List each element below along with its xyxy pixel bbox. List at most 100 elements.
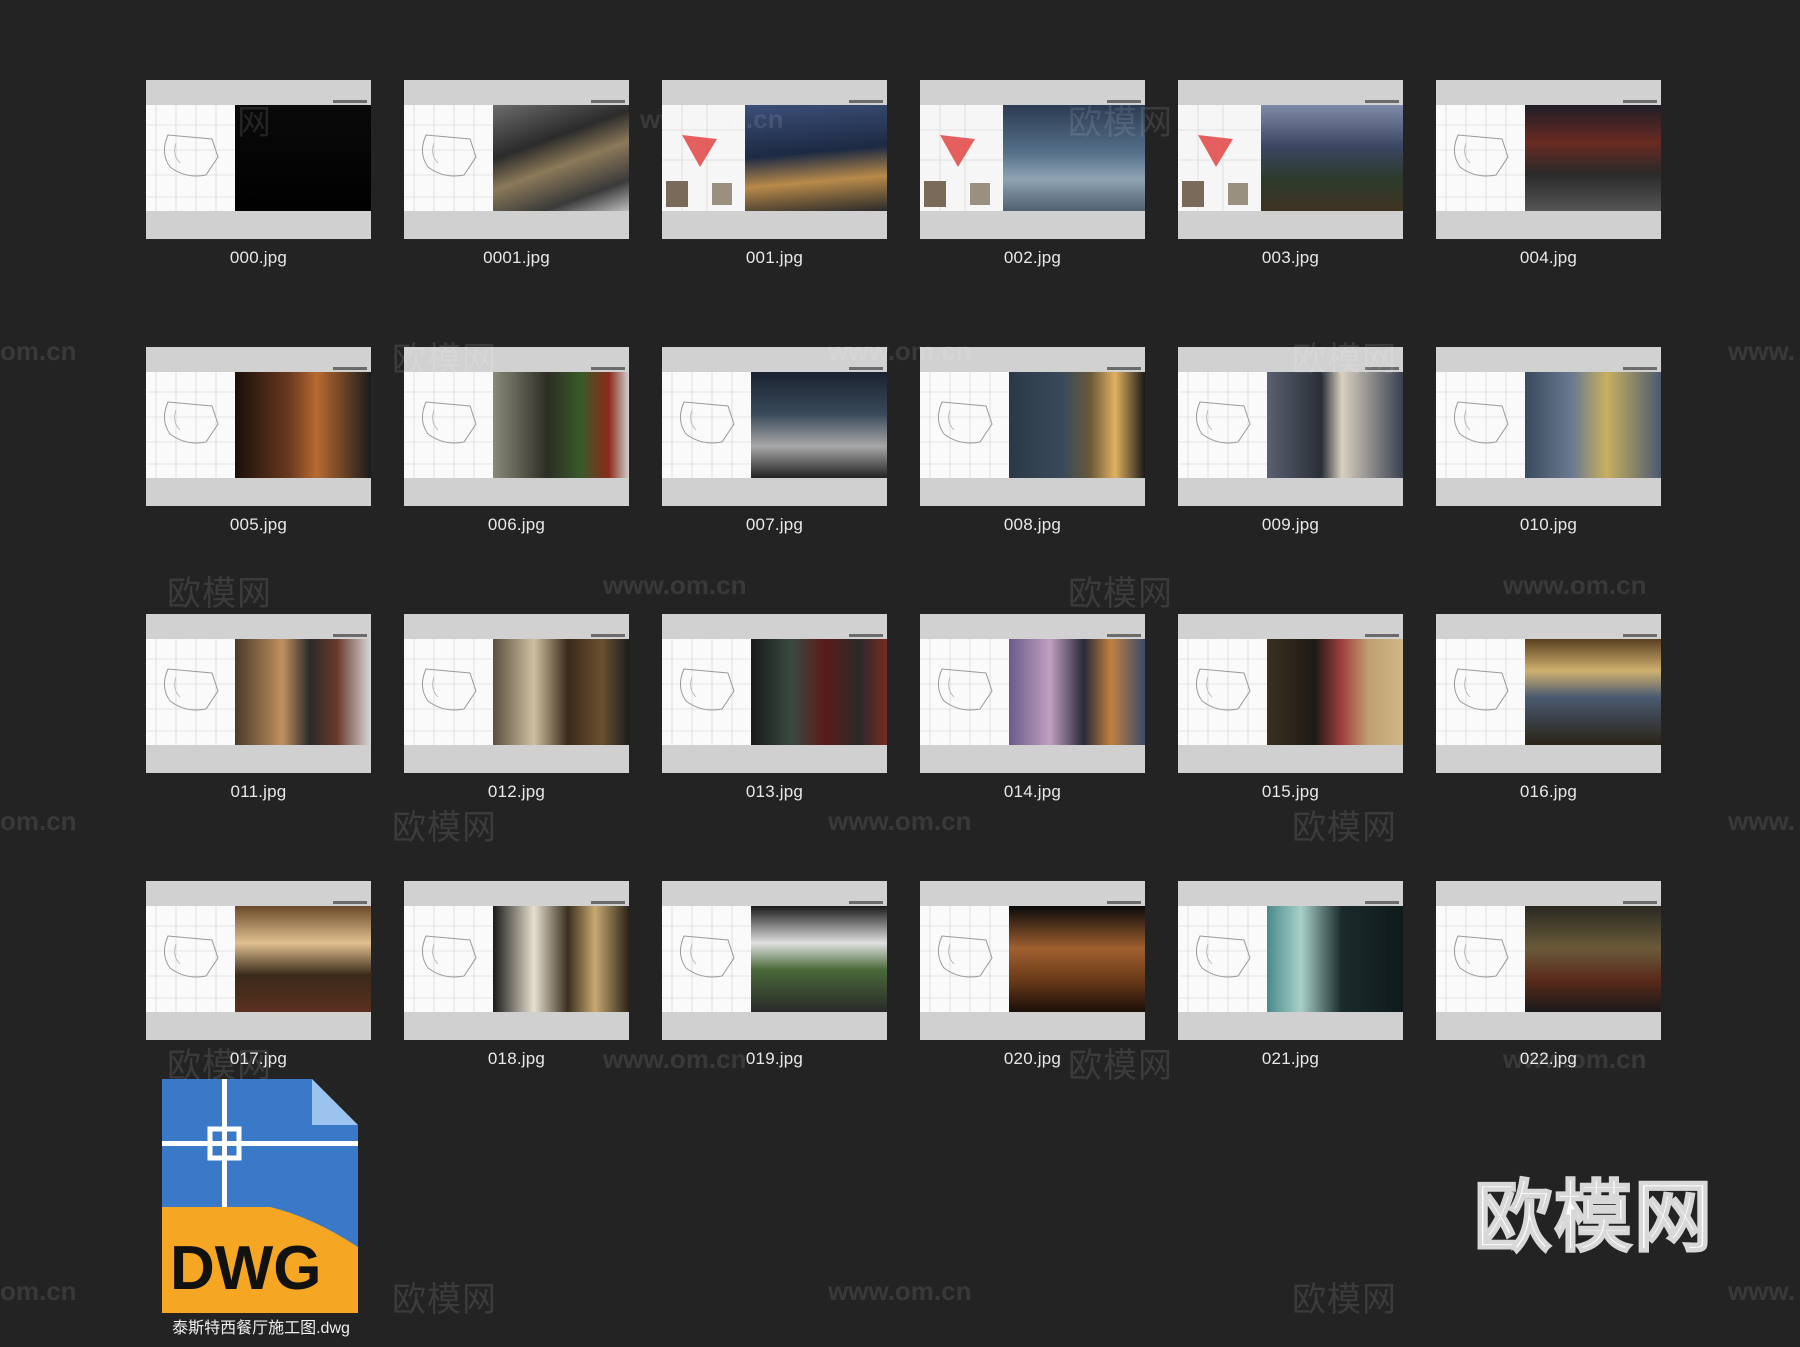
file-name[interactable]: 015.jpg — [1262, 782, 1319, 802]
thumbnail-footer-band — [1436, 1012, 1661, 1040]
floor-plan-drawing — [146, 372, 235, 478]
file-thumbnail[interactable] — [404, 614, 629, 773]
thumbnail-plan-panel — [662, 639, 751, 745]
watermark-url: www. — [1728, 1276, 1795, 1306]
file-name[interactable]: 008.jpg — [1004, 515, 1061, 535]
file-name[interactable]: 004.jpg — [1520, 248, 1577, 268]
dwg-badge-text: DWG — [170, 1234, 322, 1303]
file-item[interactable]: 021.jpg — [1178, 881, 1403, 1148]
file-thumbnail[interactable] — [146, 347, 371, 506]
file-name[interactable]: 006.jpg — [488, 515, 545, 535]
file-name[interactable]: 016.jpg — [1520, 782, 1577, 802]
watermark-url: om.cn — [0, 1276, 77, 1306]
file-browser-view: 000.jpg 0001.jpg 001.jpg 002.jpg 003.jpg 004.… — [0, 0, 1800, 1347]
thumbnail-caption-mark — [849, 367, 883, 370]
file-item[interactable]: 0001.jpg — [404, 80, 629, 347]
thumbnail-footer-band — [662, 1012, 887, 1040]
thumbnail-plan-panel — [1436, 372, 1525, 478]
file-item[interactable]: 003.jpg — [1178, 80, 1403, 347]
thumbnail-photo — [1267, 639, 1403, 745]
thumbnail-plan-panel — [404, 906, 493, 1012]
file-name[interactable]: 002.jpg — [1004, 248, 1061, 268]
file-name[interactable]: 003.jpg — [1262, 248, 1319, 268]
file-name[interactable]: 018.jpg — [488, 1049, 545, 1069]
file-item[interactable]: 001.jpg — [662, 80, 887, 347]
file-name[interactable]: 011.jpg — [231, 782, 287, 802]
file-thumbnail[interactable] — [404, 80, 629, 239]
file-name[interactable]: 021.jpg — [1262, 1049, 1319, 1069]
file-item[interactable]: 015.jpg — [1178, 614, 1403, 881]
thumbnail-photo — [493, 372, 629, 478]
file-item[interactable]: 018.jpg — [404, 881, 629, 1148]
file-thumbnail[interactable] — [404, 347, 629, 506]
file-item[interactable]: 013.jpg — [662, 614, 887, 881]
watermark-cn: 欧模网 — [392, 1281, 497, 1319]
thumbnail-plan-panel — [920, 639, 1009, 745]
file-item[interactable]: 009.jpg — [1178, 347, 1403, 614]
thumbnail-photo — [745, 105, 887, 211]
file-name[interactable]: 009.jpg — [1262, 515, 1319, 535]
thumbnail-photo — [1009, 372, 1145, 478]
file-name[interactable]: 010.jpg — [1520, 515, 1577, 535]
file-item[interactable]: 004.jpg — [1436, 80, 1661, 347]
file-name[interactable]: 001.jpg — [746, 248, 803, 268]
thumbnail-photo — [751, 639, 887, 745]
file-thumbnail[interactable] — [1436, 80, 1661, 239]
file-name[interactable]: 014.jpg — [1004, 782, 1061, 802]
file-item[interactable]: 006.jpg — [404, 347, 629, 614]
file-thumbnail[interactable] — [662, 80, 887, 239]
file-item[interactable]: 014.jpg — [920, 614, 1145, 881]
floor-plan-drawing — [920, 639, 1009, 745]
file-name[interactable]: 017.jpg — [230, 1049, 287, 1069]
file-thumbnail[interactable] — [146, 80, 371, 239]
file-name[interactable]: 020.jpg — [1004, 1049, 1061, 1069]
file-name[interactable]: 012.jpg — [488, 782, 545, 802]
file-item[interactable]: 012.jpg — [404, 614, 629, 881]
file-thumbnail[interactable] — [146, 881, 371, 1040]
file-thumbnail[interactable] — [404, 881, 629, 1040]
thumbnail-grid: 000.jpg 0001.jpg 001.jpg 002.jpg 003.jpg 004.… — [146, 80, 1661, 1148]
file-name[interactable]: 000.jpg — [230, 248, 287, 268]
thumbnail-photo — [493, 906, 629, 1012]
file-name[interactable]: 022.jpg — [1520, 1049, 1577, 1069]
file-thumbnail[interactable] — [146, 614, 371, 773]
file-name[interactable]: 019.jpg — [746, 1049, 803, 1069]
file-name[interactable]: 013.jpg — [746, 782, 803, 802]
file-thumbnail[interactable] — [920, 881, 1145, 1040]
file-thumbnail[interactable] — [1178, 80, 1403, 239]
file-item[interactable]: 020.jpg — [920, 881, 1145, 1148]
floor-plan-drawing — [1178, 906, 1267, 1012]
file-thumbnail[interactable] — [1436, 347, 1661, 506]
file-item[interactable]: 010.jpg — [1436, 347, 1661, 614]
file-item[interactable]: 011.jpg — [146, 614, 371, 881]
file-thumbnail[interactable] — [1178, 881, 1403, 1040]
file-thumbnail[interactable] — [920, 347, 1145, 506]
file-name[interactable]: 0001.jpg — [483, 248, 550, 268]
file-item[interactable]: 002.jpg — [920, 80, 1145, 347]
thumbnail-plan-panel — [920, 906, 1009, 1012]
file-thumbnail[interactable] — [662, 347, 887, 506]
file-thumbnail[interactable] — [1178, 347, 1403, 506]
file-thumbnail[interactable] — [662, 881, 887, 1040]
dwg-file-name[interactable]: 泰斯特西餐厅施工图.dwg — [146, 1314, 376, 1338]
file-name[interactable]: 007.jpg — [746, 515, 803, 535]
file-item[interactable]: 008.jpg — [920, 347, 1145, 614]
dwg-file-icon[interactable]: DWG — [162, 1079, 358, 1313]
file-thumbnail[interactable] — [920, 614, 1145, 773]
file-item[interactable]: 000.jpg — [146, 80, 371, 347]
file-item[interactable]: 007.jpg — [662, 347, 887, 614]
file-thumbnail[interactable] — [1178, 614, 1403, 773]
file-item[interactable]: 022.jpg — [1436, 881, 1661, 1148]
thumbnail-caption-mark — [591, 367, 625, 370]
thumbnail-caption-mark — [333, 901, 367, 904]
file-item[interactable]: 019.jpg — [662, 881, 887, 1148]
file-name[interactable]: 005.jpg — [230, 515, 287, 535]
file-item[interactable]: 005.jpg — [146, 347, 371, 614]
thumbnail-plan-panel — [146, 639, 235, 745]
file-thumbnail[interactable] — [662, 614, 887, 773]
file-thumbnail[interactable] — [920, 80, 1145, 239]
file-thumbnail[interactable] — [1436, 881, 1661, 1040]
thumbnail-footer-band — [1436, 478, 1661, 506]
file-thumbnail[interactable] — [1436, 614, 1661, 773]
file-item[interactable]: 016.jpg — [1436, 614, 1661, 881]
